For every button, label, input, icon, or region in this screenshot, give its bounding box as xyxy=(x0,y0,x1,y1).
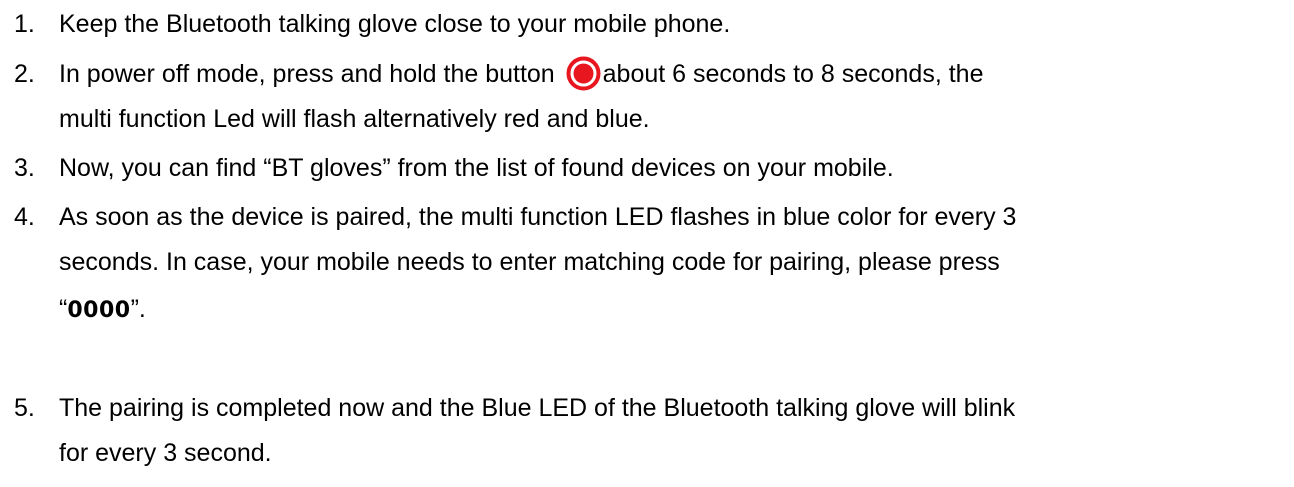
step-1-number: 1. xyxy=(14,10,35,38)
step-4-line-1: As soon as the device is paired, the mul… xyxy=(59,203,1017,231)
step-1-text: Keep the Bluetooth talking glove close t… xyxy=(59,10,731,38)
step-5-line-1: The pairing is completed now and the Blu… xyxy=(59,394,1016,422)
step-2-number: 2. xyxy=(14,60,35,88)
step-2-text-after-icon: about 6 seconds to 8 seconds, the xyxy=(602,60,984,88)
step-2-line-1: In power off mode, press and hold the bu… xyxy=(59,53,983,96)
step-5-line-2: for every 3 second. xyxy=(59,439,272,467)
step-4-close-quote: ”. xyxy=(130,295,146,323)
step-5-number: 5. xyxy=(14,394,35,422)
power-button-icon xyxy=(566,56,601,91)
pairing-instructions-list: 1. Keep the Bluetooth talking glove clos… xyxy=(0,0,1294,487)
step-3-text: Now, you can find “BT gloves” from the l… xyxy=(59,154,894,182)
step-3-number: 3. xyxy=(14,154,35,182)
step-4-line-3: “0000”. xyxy=(59,288,146,332)
step-4-line-2: seconds. In case, your mobile needs to e… xyxy=(59,248,1000,276)
step-4-number: 4. xyxy=(14,203,35,231)
pairing-code: 0000 xyxy=(67,298,131,323)
step-2-line-2: multi function Led will flash alternativ… xyxy=(59,105,650,133)
step-2-text-before-icon: In power off mode, press and hold the bu… xyxy=(59,60,562,88)
